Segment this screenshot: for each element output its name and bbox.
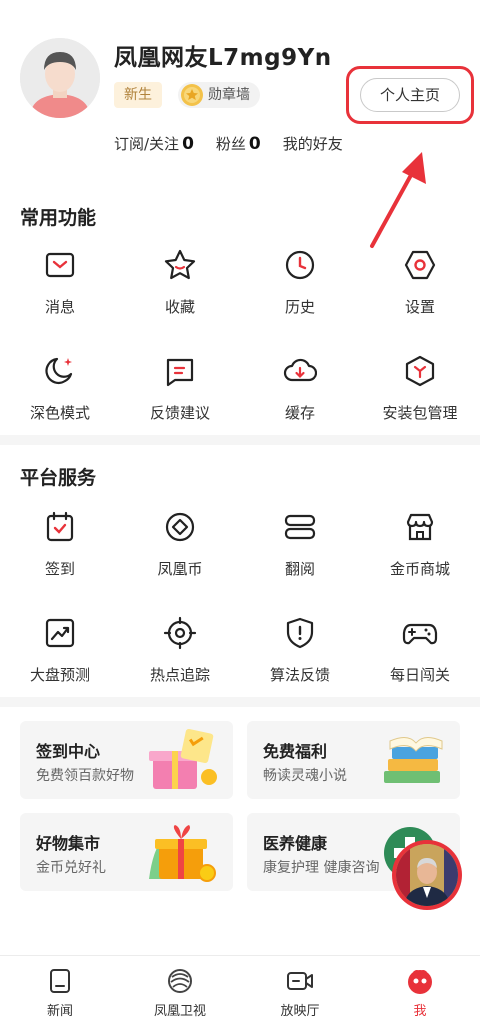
algorithm-feedback-label: 算法反馈 xyxy=(269,666,330,684)
friends-label: 我的好友 xyxy=(282,135,343,153)
card-subtitle: 康复护理 健康咨询 xyxy=(263,860,380,876)
star-icon xyxy=(164,249,196,280)
target-icon xyxy=(163,616,197,650)
coin-store-item[interactable]: 金币商城 xyxy=(360,502,480,608)
me-icon xyxy=(408,970,432,994)
feedback-label: 反馈建议 xyxy=(149,404,210,422)
common-functions-title: 常用功能 xyxy=(20,207,97,229)
section-divider xyxy=(0,435,480,445)
coin-store-label: 金币商城 xyxy=(389,560,450,578)
fans-stat[interactable]: 粉丝 0 xyxy=(216,133,261,154)
fans-count: 0 xyxy=(248,134,261,154)
card-title: 签到中心 xyxy=(36,742,101,761)
flip-read-item[interactable]: 翻阅 xyxy=(240,502,360,608)
tab-phoenix-tv-label: 凤凰卫视 xyxy=(153,1004,206,1019)
profile-stats: 订阅/关注 0 粉丝 0 我的好友 xyxy=(114,133,343,154)
gift-box-icon xyxy=(149,728,217,789)
package-manager-label: 安装包管理 xyxy=(382,404,458,422)
message-icon xyxy=(45,252,75,278)
checkin-item[interactable]: 签到 xyxy=(0,502,120,608)
gamepad-icon xyxy=(402,623,438,645)
avatar[interactable] xyxy=(20,38,100,118)
subscriptions-label: 订阅/关注 xyxy=(114,135,180,153)
coin-icon xyxy=(165,512,195,542)
message-label: 消息 xyxy=(44,298,75,316)
news-icon xyxy=(50,969,70,993)
daily-challenge-label: 每日闯关 xyxy=(389,666,450,684)
settings-label: 设置 xyxy=(404,298,435,316)
subscriptions-count: 0 xyxy=(182,134,194,154)
tab-me[interactable]: 我 xyxy=(360,956,480,1021)
history-label: 历史 xyxy=(284,298,315,316)
hotspot-tracking-label: 热点追踪 xyxy=(149,666,210,684)
history-item[interactable]: 历史 xyxy=(240,240,360,346)
floating-live-avatar[interactable] xyxy=(392,840,462,910)
video-icon xyxy=(287,972,313,990)
feedback-icon xyxy=(166,358,194,387)
favorites-item[interactable]: 收藏 xyxy=(120,240,240,346)
phoenix-coin-item[interactable]: 凤凰币 xyxy=(120,502,240,608)
profile-header: 凤凰网友L7mg9Yn 新生 勋章墙 个人主页 订阅/关注 0 粉丝 0 我的好友 xyxy=(0,0,480,248)
trend-icon xyxy=(45,618,75,648)
cache-label: 缓存 xyxy=(284,404,315,422)
tab-phoenix-tv[interactable]: 凤凰卫视 xyxy=(120,956,240,1021)
card-title: 免费福利 xyxy=(263,742,328,761)
tab-cinema[interactable]: 放映厅 xyxy=(240,956,360,1021)
tab-cinema-label: 放映厅 xyxy=(280,1004,320,1019)
platform-services-grid: 签到 凤凰币 翻阅 金币商城 大盘预测 热点追踪 算法反馈 每日闯关 xyxy=(0,502,480,714)
subscriptions-stat[interactable]: 订阅/关注 0 xyxy=(114,133,194,154)
cloud-download-icon xyxy=(283,358,317,382)
flip-icon xyxy=(284,514,316,540)
tab-news-label: 新闻 xyxy=(46,1004,73,1019)
bottom-tab-bar: 新闻 凤凰卫视 放映厅 我 xyxy=(0,955,480,1021)
friends-stat[interactable]: 我的好友 xyxy=(283,133,343,154)
medal-wall-label: 勋章墙 xyxy=(208,87,250,103)
moon-icon xyxy=(45,357,73,384)
gift-coins-icon xyxy=(149,825,216,882)
card-subtitle: 免费领百款好物 xyxy=(36,768,134,784)
username: 凤凰网友L7mg9Yn xyxy=(114,45,332,71)
card-title: 医养健康 xyxy=(263,834,328,853)
flip-read-label: 翻阅 xyxy=(284,560,315,578)
market-forecast-label: 大盘预测 xyxy=(29,666,90,684)
medal-icon xyxy=(181,84,203,106)
dark-mode-label: 深色模式 xyxy=(29,404,90,422)
card-subtitle: 畅读灵魂小说 xyxy=(263,768,347,784)
personal-homepage-button[interactable]: 个人主页 xyxy=(360,78,460,112)
card-title: 好物集市 xyxy=(36,834,101,853)
section-divider xyxy=(0,697,480,707)
settings-item[interactable]: 设置 xyxy=(360,240,480,346)
platform-services-title: 平台服务 xyxy=(20,467,97,489)
message-item[interactable]: 消息 xyxy=(0,240,120,346)
gear-icon xyxy=(404,250,436,280)
anchor-portrait-icon xyxy=(396,844,458,906)
fans-label: 粉丝 xyxy=(215,135,246,153)
free-benefits-card[interactable]: 免费福利 畅读灵魂小说 xyxy=(247,721,460,799)
goods-market-card[interactable]: 好物集市 金币兑好礼 xyxy=(20,813,233,891)
tab-news[interactable]: 新闻 xyxy=(0,956,120,1021)
checkin-label: 签到 xyxy=(44,560,75,578)
favorites-label: 收藏 xyxy=(164,298,195,316)
package-icon xyxy=(405,355,435,387)
default-avatar-icon xyxy=(20,38,100,118)
common-functions-grid: 消息 收藏 历史 设置 深色模式 反馈建议 缓存 安装包管理 xyxy=(0,240,480,452)
tab-me-label: 我 xyxy=(413,1004,427,1019)
phoenix-logo-icon xyxy=(168,969,192,993)
clock-icon xyxy=(285,250,315,280)
phoenix-coin-label: 凤凰币 xyxy=(157,560,203,578)
card-subtitle: 金币兑好礼 xyxy=(36,860,106,876)
checkin-center-card[interactable]: 签到中心 免费领百款好物 xyxy=(20,721,233,799)
new-user-badge[interactable]: 新生 xyxy=(114,82,162,108)
store-icon xyxy=(406,513,434,541)
checkin-icon xyxy=(46,511,74,542)
books-icon xyxy=(384,737,443,783)
shield-icon xyxy=(286,617,314,649)
medal-wall-button[interactable]: 勋章墙 xyxy=(178,82,260,108)
